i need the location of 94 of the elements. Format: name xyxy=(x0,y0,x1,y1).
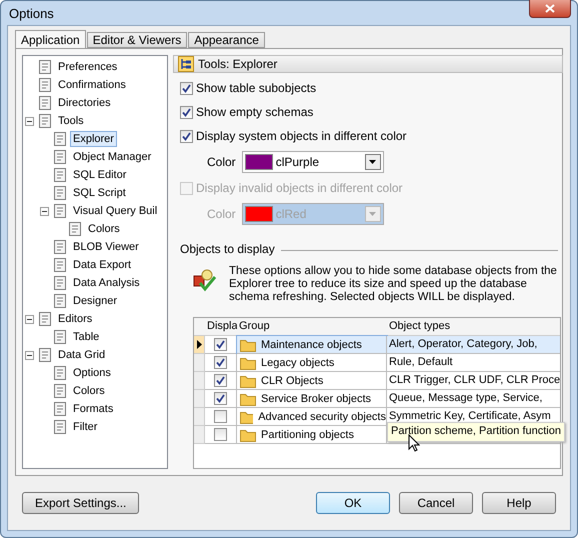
tree-item[interactable]: Data Grid xyxy=(55,347,108,363)
checkbox[interactable] xyxy=(214,428,227,442)
dropdown-arrow-icon xyxy=(369,212,376,216)
table-cell: Alert, Operator, Category, Job, xyxy=(387,336,560,354)
dialog-button[interactable]: Help xyxy=(482,492,556,514)
document-icon xyxy=(52,329,68,345)
dialog-button[interactable]: Cancel xyxy=(399,492,473,514)
tree-item[interactable]: SQL Script xyxy=(70,185,129,201)
checkbox[interactable] xyxy=(180,106,193,119)
tree-item[interactable]: Colors xyxy=(70,383,108,399)
document-icon xyxy=(52,365,68,381)
checkbox[interactable] xyxy=(214,410,227,424)
tree-item[interactable]: Formats xyxy=(70,401,116,417)
document-icon xyxy=(37,347,53,363)
document-icon xyxy=(52,401,68,417)
dialog-button[interactable]: Export Settings... xyxy=(22,492,140,514)
close-icon xyxy=(545,4,555,12)
table-cell: Partitioning objects xyxy=(261,428,354,441)
table-cell: Advanced security objects xyxy=(258,410,386,423)
tab[interactable]: Editor & Viewers xyxy=(86,32,188,48)
shapes-check-icon xyxy=(193,269,217,294)
dropdown-arrow-icon xyxy=(369,160,376,164)
color-dropdown[interactable]: clPurple xyxy=(242,151,384,174)
checkbox[interactable] xyxy=(214,338,227,352)
table-cell: CLR Objects xyxy=(261,374,324,387)
document-icon xyxy=(37,59,53,75)
option-label: Display system objects in different color xyxy=(196,129,407,144)
collapse-toggle[interactable] xyxy=(25,350,34,360)
tree-item[interactable]: Options xyxy=(70,365,114,381)
window-title: Options xyxy=(8,6,54,20)
tree-item[interactable]: Table xyxy=(70,329,102,345)
tree-item[interactable]: Designer xyxy=(70,293,120,309)
collapse-toggle[interactable] xyxy=(40,206,49,216)
dialog-button[interactable]: OK xyxy=(316,492,390,514)
tree-item[interactable]: BLOB Viewer xyxy=(70,239,142,255)
tree-item[interactable]: Object Manager xyxy=(70,149,154,165)
group-title: Objects to display xyxy=(180,242,275,256)
document-icon xyxy=(52,149,68,165)
tree-item[interactable]: Directories xyxy=(55,95,114,111)
document-icon xyxy=(52,383,68,399)
tab[interactable]: Application xyxy=(15,30,86,48)
document-icon xyxy=(37,95,53,111)
document-icon xyxy=(52,167,68,183)
column-header[interactable]: Group xyxy=(237,318,387,336)
tree-item[interactable]: Data Export xyxy=(70,257,134,273)
checkbox[interactable] xyxy=(214,374,227,388)
tree-item[interactable]: Preferences xyxy=(55,59,120,75)
color-label: Color xyxy=(207,155,236,170)
tree-item[interactable]: Explorer xyxy=(70,131,117,147)
tree-item[interactable]: Colors xyxy=(85,221,123,237)
collapse-toggle[interactable] xyxy=(25,314,34,324)
header-title: Tools: Explorer xyxy=(198,57,278,72)
document-icon xyxy=(37,113,53,129)
collapse-toggle[interactable] xyxy=(25,116,34,126)
tree-item[interactable]: Visual Query Buil xyxy=(70,203,160,219)
checkbox[interactable] xyxy=(214,356,227,370)
table-cell: Rule, Default xyxy=(387,354,560,372)
document-icon xyxy=(52,239,68,255)
checkbox[interactable] xyxy=(180,130,193,143)
tree-item[interactable]: Filter xyxy=(70,419,100,435)
column-header[interactable]: Displa xyxy=(205,318,237,336)
table-cell: Maintenance objects xyxy=(261,338,362,351)
document-icon xyxy=(52,203,68,219)
document-icon xyxy=(52,257,68,273)
checkbox[interactable] xyxy=(180,82,193,95)
document-icon xyxy=(52,293,68,309)
tree-item[interactable]: Editors xyxy=(55,311,96,327)
description-text: These options allow you to hide some database objects from the Explorer tree to reduce its size and speed up the database schema refreshing. Selected objects WILL be displayed. xyxy=(229,265,558,304)
column-header[interactable]: Object types xyxy=(387,318,560,336)
checkbox[interactable] xyxy=(214,392,227,406)
color-label: Color xyxy=(207,207,236,222)
close-button[interactable] xyxy=(529,0,571,18)
option-label: Show table subobjects xyxy=(196,81,316,96)
tab[interactable]: Appearance xyxy=(188,32,265,48)
folder-icon xyxy=(240,410,254,424)
document-icon xyxy=(37,311,53,327)
table-cell: Legacy objects xyxy=(261,356,334,369)
table-cell: Service Broker objects xyxy=(261,392,372,405)
option-label: Show empty schemas xyxy=(196,105,314,120)
option-label: Display invalid objects in different color xyxy=(196,181,403,196)
document-icon xyxy=(67,221,83,237)
document-icon xyxy=(52,419,68,435)
document-icon xyxy=(52,131,68,147)
tree-item[interactable]: Data Analysis xyxy=(70,275,143,291)
tree-icon xyxy=(178,56,194,72)
document-icon xyxy=(52,275,68,291)
tree-item[interactable]: SQL Editor xyxy=(70,167,130,183)
tree-item[interactable]: Tools xyxy=(55,113,87,129)
document-icon xyxy=(52,185,68,201)
tree-item[interactable]: Confirmations xyxy=(55,77,129,93)
table-cell: Queue, Message type, Service, xyxy=(387,390,560,408)
document-icon xyxy=(37,77,53,93)
table-cell: CLR Trigger, CLR UDF, CLR Proce xyxy=(387,372,560,390)
tooltip: Partition scheme, Partition function xyxy=(387,422,565,442)
